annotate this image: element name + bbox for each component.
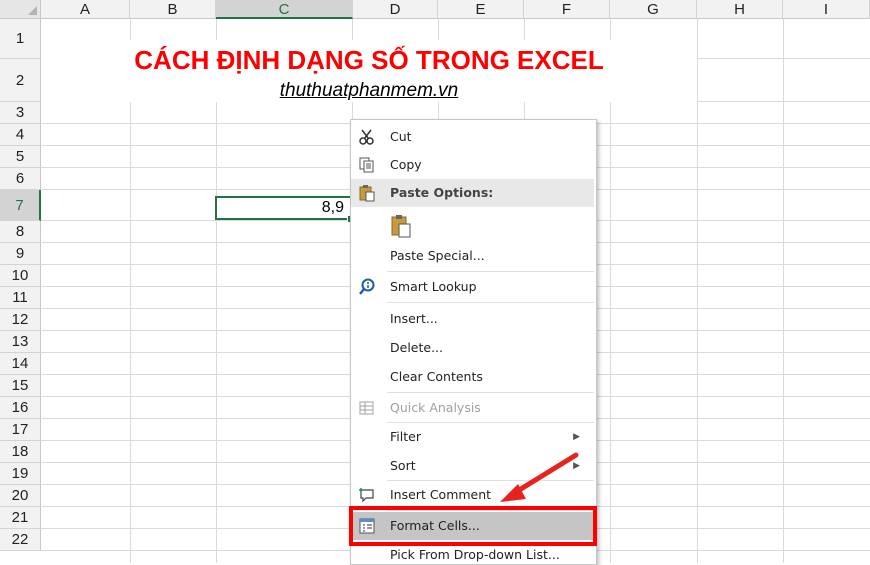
sheet-title-cell[interactable]: CÁCH ĐỊNH DẠNG SỐ TRONG EXCEL	[41, 40, 697, 80]
row-header-5[interactable]: 5	[0, 146, 41, 168]
menu-item-quick-analysis[interactable]: Quick Analysis	[351, 394, 594, 422]
menu-item-copy[interactable]: Copy	[351, 151, 594, 179]
row-header-10[interactable]: 10	[0, 265, 41, 287]
menu-separator	[387, 302, 594, 303]
row-header-16[interactable]: 16	[0, 397, 41, 419]
paste-option-button[interactable]	[351, 208, 594, 242]
menu-item-filter[interactable]: Filter ▶	[351, 423, 594, 451]
menu-label-paste-options: Paste Options:	[390, 185, 494, 200]
insert-comment-icon	[357, 485, 377, 505]
sheet-subtitle-cell[interactable]: thuthuatphanmem.vn	[41, 79, 697, 102]
row-header-1[interactable]: 1	[0, 19, 41, 59]
menu-separator	[387, 271, 594, 272]
menu-label-sort: Sort	[390, 458, 416, 473]
column-header-g[interactable]: G	[610, 0, 697, 19]
menu-item-smart-lookup[interactable]: Smart Lookup	[351, 273, 594, 301]
menu-item-paste-special[interactable]: Paste Special...	[351, 242, 594, 270]
menu-item-sort[interactable]: Sort ▶	[351, 452, 594, 480]
row-header-3[interactable]: 3	[0, 102, 41, 124]
menu-label-paste-special: Paste Special...	[390, 248, 485, 263]
row-header-15[interactable]: 15	[0, 375, 41, 397]
column-header-d[interactable]: D	[353, 0, 438, 19]
menu-label-delete: Delete...	[390, 340, 443, 355]
menu-item-clear-contents[interactable]: Clear Contents	[351, 363, 594, 391]
menu-separator	[387, 392, 594, 393]
scissors-icon	[357, 127, 377, 147]
row-header-11[interactable]: 11	[0, 287, 41, 309]
row-header-17[interactable]: 17	[0, 419, 41, 441]
row-header-9[interactable]: 9	[0, 243, 41, 265]
row-header-8[interactable]: 8	[0, 221, 41, 243]
smart-lookup-icon	[357, 277, 377, 297]
menu-label-clear-contents: Clear Contents	[390, 369, 483, 384]
column-header-c[interactable]: C	[216, 0, 353, 19]
row-header-19[interactable]: 19	[0, 463, 41, 485]
select-all-corner[interactable]	[0, 0, 41, 19]
menu-item-insert-comment[interactable]: Insert Comment	[351, 481, 594, 509]
row-header-22[interactable]: 22	[0, 529, 41, 551]
column-header-a[interactable]: A	[41, 0, 130, 19]
paste-clipboard-icon	[389, 214, 413, 238]
paste-icon	[357, 183, 377, 203]
menu-item-insert[interactable]: Insert...	[351, 305, 594, 333]
menu-label-insert-comment: Insert Comment	[390, 487, 492, 502]
row-header-20[interactable]: 20	[0, 485, 41, 507]
menu-section-paste-options: Paste Options:	[351, 179, 594, 207]
row-header-2[interactable]: 2	[0, 59, 41, 102]
menu-label-quick-analysis: Quick Analysis	[390, 400, 481, 415]
menu-label-smart-lookup: Smart Lookup	[390, 279, 477, 294]
row-header-4[interactable]: 4	[0, 124, 41, 146]
submenu-arrow-icon: ▶	[573, 461, 580, 471]
column-header-f[interactable]: F	[524, 0, 610, 19]
row-header-12[interactable]: 12	[0, 309, 41, 331]
column-header-e[interactable]: E	[438, 0, 524, 19]
menu-label-filter: Filter	[390, 429, 421, 444]
context-menu: Cut Copy Paste Options: Paste Special...…	[350, 119, 597, 565]
column-header-i[interactable]: I	[783, 0, 870, 19]
column-header-h[interactable]: H	[697, 0, 783, 19]
row-header-14[interactable]: 14	[0, 353, 41, 375]
row-header-21[interactable]: 21	[0, 507, 41, 529]
row-header-6[interactable]: 6	[0, 168, 41, 190]
row-header-18[interactable]: 18	[0, 441, 41, 463]
column-header-b[interactable]: B	[130, 0, 216, 19]
highlight-annotation-box	[349, 506, 597, 546]
row-header-13[interactable]: 13	[0, 331, 41, 353]
menu-item-cut[interactable]: Cut	[351, 123, 594, 151]
menu-label-cut: Cut	[390, 129, 412, 144]
menu-label-insert: Insert...	[390, 311, 438, 326]
quick-analysis-icon	[357, 398, 377, 418]
menu-label-copy: Copy	[390, 157, 422, 172]
row-header-7[interactable]: 7	[0, 190, 41, 221]
menu-item-delete[interactable]: Delete...	[351, 334, 594, 362]
selected-cell-c7[interactable]: 8,9	[215, 196, 352, 220]
submenu-arrow-icon: ▶	[573, 432, 580, 442]
copy-icon	[357, 155, 377, 175]
